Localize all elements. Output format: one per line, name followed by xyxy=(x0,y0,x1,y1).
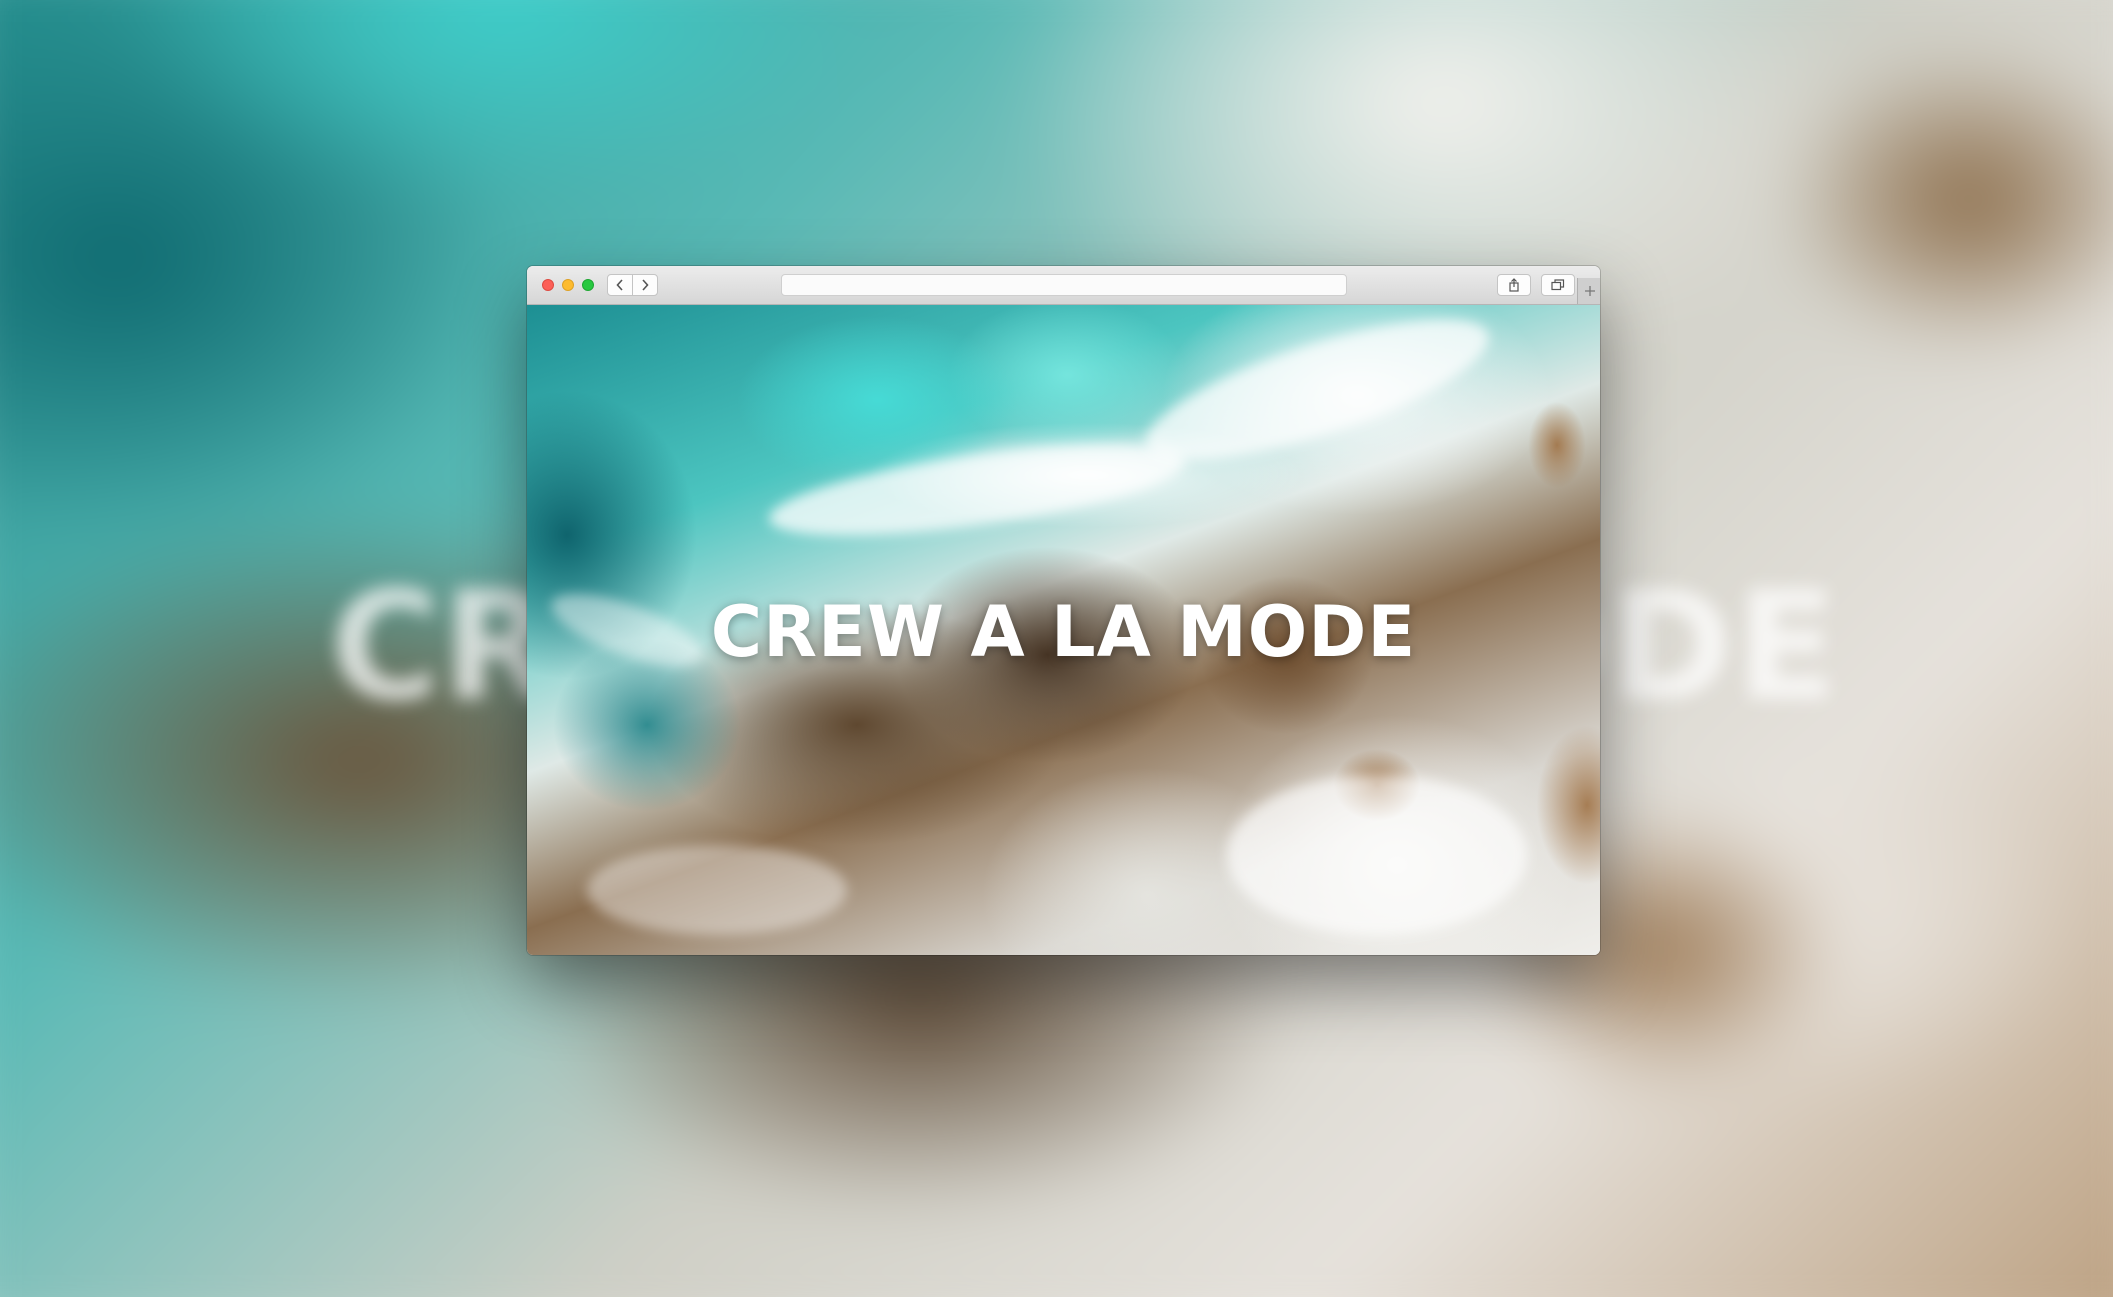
new-tab-button[interactable] xyxy=(1577,278,1600,304)
back-button[interactable] xyxy=(607,274,633,296)
wave-foam xyxy=(587,845,847,935)
tab-overview-button[interactable] xyxy=(1541,274,1575,296)
wave-foam xyxy=(1227,775,1527,935)
plus-icon xyxy=(1584,286,1595,296)
address-bar[interactable] xyxy=(781,274,1347,296)
hero-title: CREW A LA MODE xyxy=(710,591,1417,673)
close-window-button[interactable] xyxy=(542,279,554,291)
chevron-left-icon xyxy=(616,279,623,291)
forward-button[interactable] xyxy=(632,274,658,296)
chevron-right-icon xyxy=(642,279,649,291)
maximize-window-button[interactable] xyxy=(582,279,594,291)
browser-toolbar xyxy=(527,266,1600,305)
page-viewport: CREW A LA MODE xyxy=(527,305,1600,955)
minimize-window-button[interactable] xyxy=(562,279,574,291)
tab-overview-icon xyxy=(1551,279,1565,291)
share-button[interactable] xyxy=(1497,274,1531,296)
browser-window: CREW A LA MODE xyxy=(527,266,1600,955)
wave-foam xyxy=(1131,305,1503,489)
wave-foam xyxy=(764,426,1190,554)
share-icon xyxy=(1509,278,1519,292)
